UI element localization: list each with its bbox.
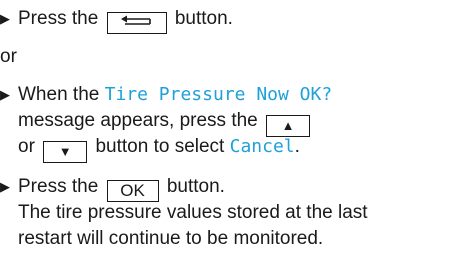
step3-text-pre: Press the [18, 176, 99, 197]
down-arrow-key: ▼ [43, 141, 88, 163]
bullet-triangle-icon: ▶ [0, 87, 10, 102]
step2-line2: message appears, press the ▲ [18, 108, 313, 137]
step1-text-pre: Press the [18, 8, 99, 29]
step2-text-line3: button to select [95, 136, 225, 157]
back-key [106, 12, 167, 34]
step3-note-line1: The tire pressure values stored at the l… [18, 202, 368, 223]
back-icon [120, 15, 151, 25]
step2-line3: or ▼ button to select Cancel. [18, 134, 300, 163]
step2-period: . [294, 136, 300, 157]
ok-key: OK [106, 180, 159, 202]
step2-text-line2: message appears, press the [18, 110, 258, 131]
bullet-triangle-icon: ▶ [0, 179, 10, 194]
display-message: Tire Pressure Now OK? [104, 84, 333, 105]
or-text: or [0, 46, 17, 67]
step3-note-line2: restart will continue to be monitored. [18, 228, 324, 249]
bullet-triangle-icon: ▶ [0, 11, 10, 26]
step1-text-post: button. [174, 8, 233, 29]
step3-text-post: button. [166, 176, 225, 197]
step2-text-or: or [18, 136, 35, 157]
cancel-option: Cancel [229, 136, 295, 157]
step2-text-pre: When the [18, 84, 100, 105]
